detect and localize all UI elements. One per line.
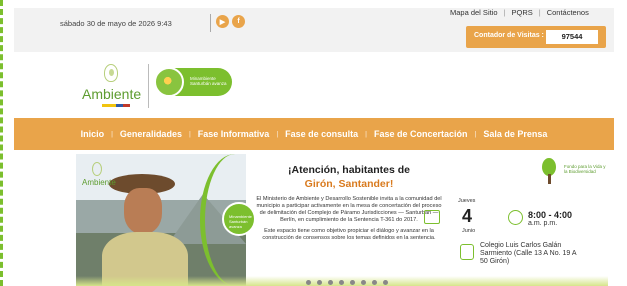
link-separator: |: [503, 8, 506, 17]
event-details: Jueves 4 Junio 8:00 - 4:00 a.m. p.m. Col…: [424, 198, 604, 278]
main-navigation: Inicio | Generalidades | Fase Informativ…: [14, 118, 614, 150]
page: sábado 30 de mayo de 2026 9:43 ▶ f Mapa …: [0, 0, 627, 286]
link-separator: |: [538, 8, 541, 17]
nav-separator: |: [474, 130, 477, 138]
announcement-body-1: El Ministerio de Ambiente y Desarrollo S…: [256, 196, 442, 223]
facebook-icon[interactable]: f: [232, 15, 245, 28]
social-icons: ▶ f: [216, 15, 245, 28]
visit-counter: Contador de Visitas : 97544: [466, 26, 606, 48]
headline-line-2: Girón, Santander!: [304, 178, 394, 190]
clock-icon: [508, 210, 523, 225]
nav-generalidades[interactable]: Generalidades: [113, 129, 189, 139]
nav-separator: |: [111, 130, 113, 138]
slider-dot[interactable]: [339, 280, 344, 285]
event-time-ampm: a.m. p.m.: [528, 220, 558, 227]
headline-line-1: ¡Atención, habitantes de: [288, 164, 410, 176]
banner-logo: Ambiente: [82, 162, 116, 192]
banner-emblem-icon: [92, 162, 102, 176]
slider-dot[interactable]: [372, 280, 377, 285]
event-place: Colegio Luis Carlos Galán Sarmiento (Cal…: [480, 242, 577, 265]
nav-sala-prensa[interactable]: Sala de Prensa: [476, 129, 554, 139]
fondo-vida-text: Fondo para la Vida y la Biodiversidad: [564, 164, 606, 174]
slider-dot[interactable]: [306, 280, 311, 285]
nav-fase-consulta[interactable]: Fase de consulta: [278, 129, 365, 139]
location-icon: [460, 244, 474, 260]
nav-separator: |: [276, 130, 279, 138]
announcement-body-2: Este espacio tiene como objetivo propici…: [262, 228, 436, 241]
contact-link[interactable]: Contáctenos: [547, 8, 589, 17]
sitemap-link[interactable]: Mapa del Sitio: [450, 8, 498, 17]
event-day: 4: [462, 206, 473, 226]
colombia-flag-stripe: [102, 104, 130, 107]
pqrs-link[interactable]: PQRS: [511, 8, 532, 17]
nav-separator: |: [365, 130, 367, 138]
event-month: Junio: [462, 228, 476, 234]
face-shape: [124, 188, 162, 234]
hero-banner[interactable]: Ambiente Minambiente Santurbán avanza ¡A…: [76, 154, 608, 286]
santurban-emblem-icon: [154, 67, 184, 97]
logo-text: Ambiente: [82, 86, 142, 102]
youtube-icon[interactable]: ▶: [216, 15, 229, 28]
santurban-badge: Minambiente Santurbán avanza: [154, 67, 232, 97]
tree-icon: [538, 158, 560, 188]
slider-dot[interactable]: [317, 280, 322, 285]
calendar-icon: [424, 210, 440, 224]
banner-badge-text: Minambiente Santurbán avanza: [229, 214, 252, 229]
ambiente-emblem-icon: [104, 64, 118, 82]
slider-dots: [306, 280, 388, 285]
current-date: sábado 30 de mayo de 2026 9:43: [60, 19, 172, 28]
visit-counter-label: Contador de Visitas :: [474, 32, 544, 39]
slider-dot[interactable]: [328, 280, 333, 285]
nav-separator: |: [188, 130, 191, 138]
topbar-divider: [210, 14, 211, 32]
slider-dot[interactable]: [350, 280, 355, 285]
site-logo[interactable]: Ambiente Minambiente Santurbán avanza: [80, 62, 250, 112]
event-weekday: Jueves: [458, 198, 476, 204]
badge-text: Minambiente Santurbán avanza: [190, 76, 227, 86]
event-time: 8:00 - 4:00: [528, 210, 573, 220]
banner-logo-text: Ambiente: [82, 178, 116, 187]
slider-dot[interactable]: [361, 280, 366, 285]
announcement: ¡Atención, habitantes de Girón, Santande…: [254, 164, 444, 242]
nav-fase-concertacion[interactable]: Fase de Concertación: [367, 129, 475, 139]
visit-counter-value: 97544: [546, 30, 598, 44]
nav-inicio[interactable]: Inicio: [74, 129, 112, 139]
nav-fase-informativa[interactable]: Fase Informativa: [191, 129, 277, 139]
top-links: Mapa del Sitio | PQRS | Contáctenos: [450, 8, 589, 17]
logo-divider: [148, 64, 149, 108]
banner-badge: Minambiente Santurbán avanza: [222, 202, 256, 236]
slider-dot[interactable]: [383, 280, 388, 285]
left-decoration: [0, 0, 12, 286]
